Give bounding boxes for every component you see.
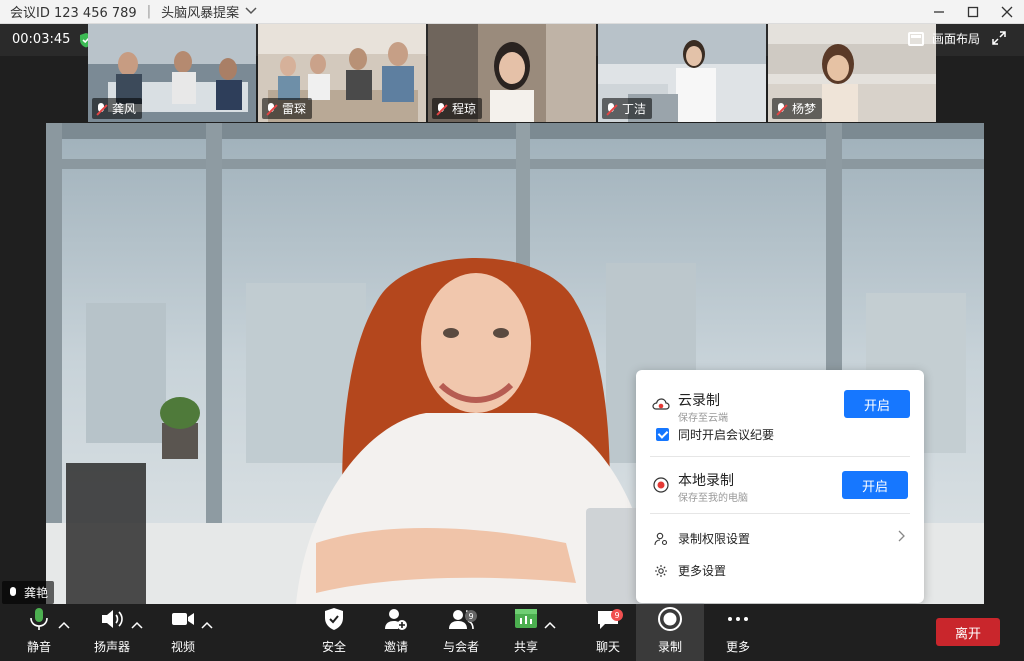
participant-name: 雷琛	[282, 102, 307, 116]
layout-label: 画面布局	[931, 32, 980, 46]
chevron-up-icon[interactable]	[201, 618, 213, 632]
participant-name-tag: 杨梦	[772, 98, 823, 119]
local-record-subtitle: 保存至我的电脑	[678, 493, 748, 504]
participant-name-tag: 丁洁	[602, 98, 653, 119]
cloud-record-subtitle: 保存至云端	[678, 413, 728, 424]
minutes-checkbox[interactable]	[656, 428, 669, 441]
share-screen-icon	[513, 606, 539, 632]
participant-name: 杨梦	[792, 102, 817, 116]
record-button[interactable]: 录制	[636, 604, 704, 661]
more-button[interactable]: 更多	[722, 604, 754, 661]
chat-unread-badge: 9	[611, 609, 623, 621]
cloud-icon	[652, 396, 670, 415]
user-settings-icon	[654, 532, 668, 546]
leave-button[interactable]: 离开	[936, 618, 1000, 646]
layout-button[interactable]: 画面布局	[907, 30, 980, 47]
meeting-id: 会议ID 123 456 789	[10, 6, 137, 21]
speaker-icon	[99, 606, 125, 632]
title-separator: |	[146, 4, 152, 19]
chevron-right-icon	[898, 530, 906, 546]
participant-name-tag: 程琼	[432, 98, 483, 119]
participant-name: 程琼	[452, 102, 477, 116]
record-icon	[657, 606, 683, 632]
participant-name: 丁洁	[622, 102, 647, 116]
share-label: 共享	[513, 640, 538, 654]
record-permissions-label: 录制权限设置	[678, 532, 751, 546]
participant-tile[interactable]: 雷琛	[258, 24, 426, 122]
window-controls	[922, 0, 1024, 24]
more-label: 更多	[725, 640, 750, 654]
participant-name-tag: 雷琛	[262, 98, 313, 119]
mute-button[interactable]: 静音	[22, 604, 56, 661]
video-button[interactable]: 视频	[166, 604, 200, 661]
microphone-icon	[26, 606, 52, 632]
active-speaker-tag: 龚艳	[2, 581, 55, 604]
local-record-title: 本地录制	[678, 473, 734, 489]
minutes-checkbox-label[interactable]: 同时开启会议纪要	[678, 426, 774, 443]
record-permissions-item[interactable]: 录制权限设置	[654, 530, 750, 547]
maximize-icon[interactable]	[956, 0, 990, 24]
mic-icon	[8, 586, 18, 599]
participant-tile[interactable]: 丁洁	[598, 24, 766, 122]
participant-name-tag: 龚风	[92, 98, 143, 119]
recording-popup: 云录制 保存至云端 开启 同时开启会议纪要 本地录制 保存至我的电脑 开启 录制…	[636, 370, 924, 603]
cloud-record-start-button[interactable]: 开启	[844, 390, 910, 418]
chevron-up-icon[interactable]	[131, 618, 143, 632]
more-dots-icon	[725, 606, 751, 632]
more-settings-item[interactable]: 更多设置	[654, 562, 726, 579]
gear-icon	[654, 564, 668, 578]
record-label: 录制	[657, 640, 682, 654]
chevron-down-icon[interactable]	[245, 5, 257, 18]
active-speaker-name: 龚艳	[24, 586, 49, 600]
video-label: 视频	[170, 640, 195, 654]
camera-icon	[170, 606, 196, 632]
shield-icon	[321, 606, 347, 632]
share-button[interactable]: 共享	[510, 604, 542, 661]
close-icon[interactable]	[990, 0, 1024, 24]
mic-muted-icon	[436, 102, 446, 115]
mic-muted-icon	[606, 102, 616, 115]
add-user-icon	[383, 606, 409, 632]
divider	[650, 456, 910, 457]
cloud-record-title: 云录制	[678, 393, 720, 409]
participant-name: 龚风	[112, 102, 137, 116]
window-titlebar: 会议ID 123 456 789 | 头脑风暴提案	[0, 0, 1024, 24]
divider	[650, 513, 910, 514]
security-button[interactable]: 安全	[318, 604, 350, 661]
meeting-title[interactable]: 头脑风暴提案	[161, 2, 239, 21]
participant-tile[interactable]: 龚风	[88, 24, 256, 122]
local-record-start-button[interactable]: 开启	[842, 471, 908, 499]
meeting-toolbar: 静音 扬声器 视频 安全 邀请 与会者 9 共享 聊天 9 录制 更多	[0, 604, 1024, 661]
speaker-button[interactable]: 扬声器	[92, 604, 132, 661]
record-dot-icon	[653, 477, 669, 497]
chevron-up-icon[interactable]	[58, 618, 70, 632]
mute-label: 静音	[26, 640, 51, 654]
security-label: 安全	[321, 640, 346, 654]
chevron-up-icon[interactable]	[544, 618, 556, 632]
chat-label: 聊天	[595, 640, 620, 654]
invite-label: 邀请	[383, 640, 408, 654]
participants-count-badge: 9	[465, 610, 477, 622]
participant-tile[interactable]: 程琼	[428, 24, 596, 122]
fullscreen-icon[interactable]	[990, 30, 1008, 48]
layout-icon	[907, 31, 924, 46]
mic-muted-icon	[776, 102, 786, 115]
invite-button[interactable]: 邀请	[380, 604, 412, 661]
mic-muted-icon	[96, 102, 106, 115]
speaker-label: 扬声器	[93, 640, 130, 654]
participants-label: 与会者	[442, 640, 479, 654]
meeting-timer: 00:03:45	[12, 32, 71, 47]
more-settings-label: 更多设置	[678, 564, 727, 578]
participant-strip: 龚风 雷琛 程琼 丁洁 杨梦	[88, 24, 938, 122]
minimize-icon[interactable]	[922, 0, 956, 24]
mic-muted-icon	[266, 102, 276, 115]
